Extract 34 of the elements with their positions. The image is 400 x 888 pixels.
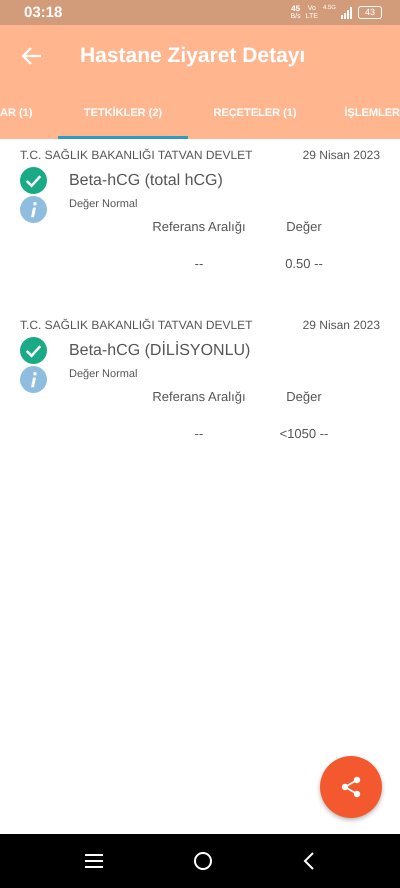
result-value: 0.50 -- xyxy=(284,256,324,271)
tab[interactable]: TETKİKLER (2) xyxy=(58,87,188,139)
column-header: Referans Aralığı xyxy=(151,389,247,404)
signal-icon xyxy=(340,6,353,18)
reference-range: -- xyxy=(194,426,204,441)
battery-indicator: 43 xyxy=(358,6,382,19)
back-icon[interactable] xyxy=(303,852,315,870)
check-icon xyxy=(20,167,47,194)
tab[interactable]: AR (1) xyxy=(0,87,58,139)
screen-title: Hastane Ziyaret Detayı xyxy=(80,44,306,68)
hospital-name: T.C. SAĞLIK BAKANLIĞI TATVAN DEVLET xyxy=(20,318,253,332)
result-date: 29 Nisan 2023 xyxy=(302,148,380,162)
result-value: <1050 -- xyxy=(278,426,330,441)
menu-icon[interactable] xyxy=(85,854,103,868)
test-name: Beta-hCG (total hCG) xyxy=(69,172,223,190)
result-status: Değer Normal xyxy=(69,368,138,380)
column-header: Değer xyxy=(285,219,323,234)
data-speed: 45 xyxy=(291,4,300,12)
column-header: Değer xyxy=(285,389,323,404)
column-header: Referans Aralığı xyxy=(151,219,247,234)
info-icon xyxy=(20,196,47,223)
tab[interactable]: REÇETELER (1) xyxy=(188,87,322,139)
test-name: Beta-hCG (DİLİSYONLU) xyxy=(69,342,250,360)
home-icon[interactable] xyxy=(193,851,213,871)
result-status: Değer Normal xyxy=(69,198,138,210)
clock: 03:18 xyxy=(24,4,62,21)
hospital-name: T.C. SAĞLIK BAKANLIĞI TATVAN DEVLET xyxy=(20,148,253,162)
reference-range: -- xyxy=(194,256,204,271)
info-icon xyxy=(20,366,47,393)
share-icon xyxy=(340,776,362,798)
tab[interactable]: İŞLEMLER xyxy=(322,87,400,139)
check-icon xyxy=(20,337,47,364)
share-button[interactable] xyxy=(320,756,382,818)
result-date: 29 Nisan 2023 xyxy=(302,318,380,332)
